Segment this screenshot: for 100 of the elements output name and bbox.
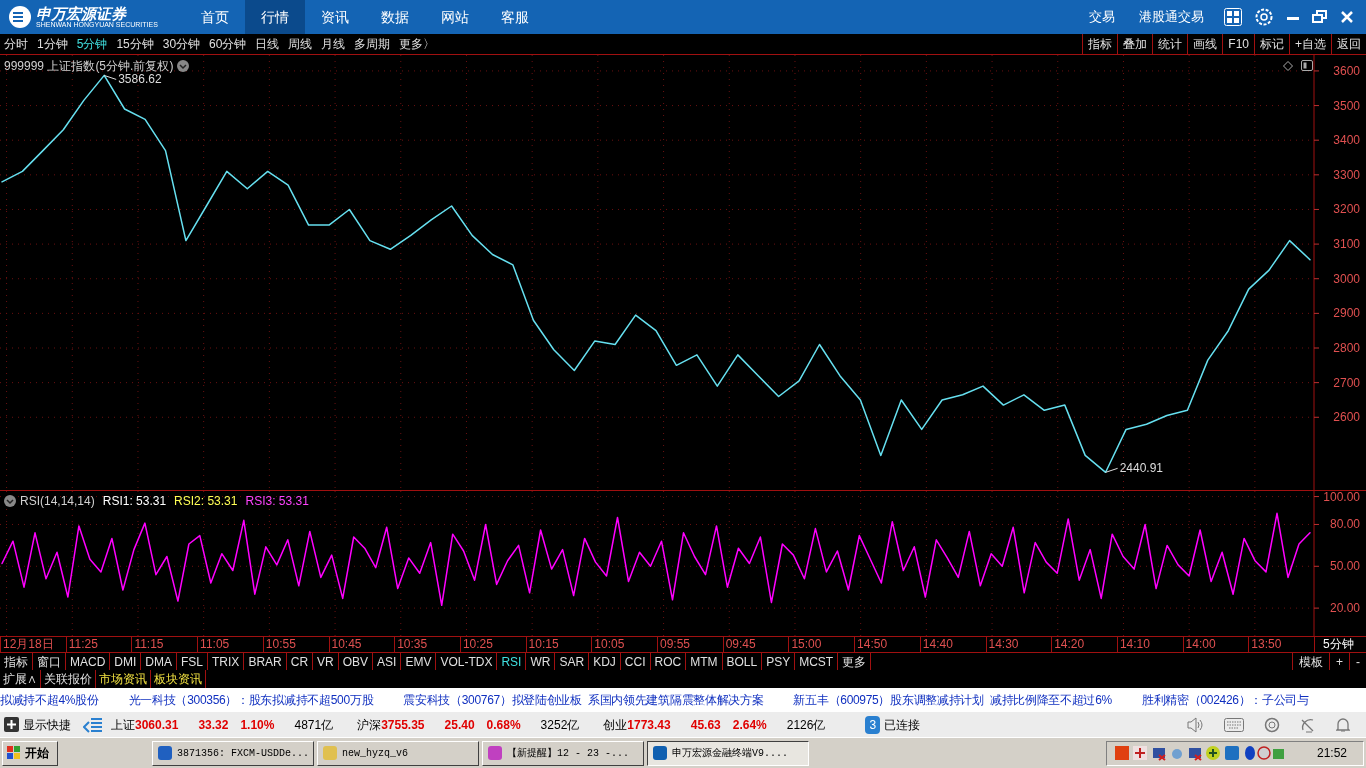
- indicator-tab[interactable]: 窗口: [33, 653, 66, 670]
- indicator-tab[interactable]: MTM: [686, 653, 723, 670]
- list-arrow-icon[interactable]: [83, 716, 103, 733]
- close-icon[interactable]: [1340, 10, 1354, 24]
- dropdown-icon[interactable]: [4, 495, 16, 507]
- indicator-tab[interactable]: PSY: [762, 653, 796, 670]
- indicator-tab[interactable]: KDJ: [589, 653, 621, 670]
- axis-label: 3200: [1333, 202, 1360, 217]
- period-tab[interactable]: 30分钟: [162, 35, 201, 53]
- time-label: 14:10: [1116, 637, 1150, 652]
- toolbar-button[interactable]: 统计: [1152, 34, 1188, 54]
- nav-tab[interactable]: 行情: [245, 0, 305, 34]
- time-label: 14:50: [854, 637, 888, 652]
- toolbar-button[interactable]: 返回: [1331, 34, 1366, 54]
- period-tab[interactable]: 更多〉: [399, 35, 436, 53]
- speaker-icon[interactable]: [1186, 716, 1204, 733]
- indicator-tab[interactable]: VOL-TDX: [436, 653, 498, 670]
- top-link[interactable]: 港股通交易: [1139, 7, 1204, 27]
- toolbar-button[interactable]: 指标: [1082, 34, 1118, 54]
- time-label: 10:55: [262, 637, 296, 652]
- index-value: 3755.35: [381, 716, 425, 734]
- news-item[interactable]: 拟减持不超4%股份: [0, 691, 99, 709]
- period-tab[interactable]: 5分钟: [76, 35, 108, 53]
- index-percent: 1.10%: [240, 716, 275, 734]
- indicator-tab[interactable]: BOLL: [722, 653, 763, 670]
- indicator-tab[interactable]: TRIX: [208, 653, 245, 670]
- news-item[interactable]: 震安科技（300767）拟登陆创业板 系国内领先建筑隔震整体解决方案: [403, 691, 764, 709]
- taskbar-button[interactable]: 【新提醒】12 - 23 -...: [482, 740, 644, 766]
- shortcut-label[interactable]: 显示快捷: [23, 715, 71, 734]
- template-button[interactable]: +: [1329, 653, 1349, 670]
- indicator-tab[interactable]: WR: [526, 653, 556, 670]
- price-annotation: 3586.62: [118, 72, 162, 87]
- settings-icon[interactable]: [1254, 7, 1274, 27]
- indicator-tab[interactable]: ROC: [650, 653, 687, 670]
- toolbar-button[interactable]: 画线: [1187, 34, 1223, 54]
- indicator-reading: RSI1: 53.31: [102, 493, 167, 510]
- tray-icons-drawing[interactable]: [1114, 745, 1285, 761]
- tick-mark: [1313, 278, 1320, 280]
- indicator-tab[interactable]: VR: [313, 653, 339, 670]
- period-tab[interactable]: 15分钟: [116, 35, 154, 53]
- period-tab[interactable]: 多周期: [354, 35, 391, 53]
- period-tab[interactable]: 60分钟: [209, 35, 247, 53]
- template-button[interactable]: 模板: [1292, 653, 1329, 670]
- time-label: 10:15: [525, 637, 559, 652]
- turnover-amount: 4871亿: [294, 716, 334, 734]
- template-button[interactable]: -: [1349, 653, 1366, 670]
- news-item[interactable]: 光一科技（300356）：股东拟减持不超500万股: [128, 691, 374, 709]
- keyboard-icon[interactable]: [1224, 717, 1244, 732]
- indicator-tab[interactable]: FSL: [177, 653, 209, 670]
- indicator-tab[interactable]: EMV: [401, 653, 437, 670]
- app-icon: [157, 745, 173, 761]
- logo-text: 申万宏源证券: [36, 6, 128, 21]
- toolbar-button[interactable]: F10: [1222, 34, 1254, 54]
- period-tab[interactable]: 周线: [288, 35, 313, 53]
- indicator-tab[interactable]: OBV: [338, 653, 374, 670]
- toolbar-button[interactable]: 标记: [1254, 34, 1289, 54]
- indicator-tab[interactable]: RSI: [497, 653, 527, 670]
- diamond-icon[interactable]: [1283, 60, 1293, 71]
- period-tab[interactable]: 1分钟: [37, 35, 68, 53]
- tick-mark: [1313, 347, 1320, 349]
- period-label: 5分钟: [1314, 637, 1366, 652]
- time-label: 09:55: [657, 637, 691, 652]
- time-label: 14:00: [1182, 637, 1216, 652]
- satellite-icon[interactable]: [1300, 716, 1316, 733]
- bell-icon[interactable]: [1336, 716, 1350, 733]
- toolbar-button[interactable]: +自选: [1289, 34, 1331, 54]
- period-tab[interactable]: 月线: [321, 35, 346, 53]
- time-label: 11:05: [197, 637, 230, 652]
- taskbar-button[interactable]: new_hyzq_v6: [317, 740, 479, 766]
- indicator-tab[interactable]: MACD: [66, 653, 111, 670]
- indicator-tab[interactable]: CCI: [620, 653, 651, 670]
- period-tab[interactable]: 分时: [4, 35, 28, 53]
- axis-label: 3500: [1333, 98, 1360, 113]
- news-item[interactable]: 胜利精密（002426）：子公司与: [1141, 691, 1309, 709]
- indicator-tab[interactable]: 更多: [838, 653, 872, 670]
- time-label: 12月18日: [0, 637, 54, 652]
- start-button[interactable]: 开始: [2, 740, 58, 766]
- axis-label: 3600: [1333, 63, 1360, 78]
- news-item[interactable]: 新五丰（600975）股东调整减持计划 减持比例降至不超过6%: [793, 691, 1112, 709]
- taskbar-button[interactable]: 申万宏源金融终端V9....: [647, 740, 809, 766]
- indicator-title: RSI(14,14,14): [20, 493, 95, 510]
- top-link[interactable]: 交易: [1089, 7, 1115, 27]
- restore-icon[interactable]: [1312, 10, 1328, 24]
- taskbar-button[interactable]: 3871356: FXCM-USDDe...: [152, 740, 314, 766]
- indicator-tab[interactable]: 指标: [0, 653, 33, 670]
- indicator-tab[interactable]: SAR: [555, 653, 590, 670]
- indicator-tab[interactable]: BRAR: [244, 653, 287, 670]
- time-label: 10:35: [394, 637, 428, 652]
- period-tab[interactable]: 日线: [255, 35, 280, 53]
- indicator-tab[interactable]: MCST: [795, 653, 839, 670]
- panel-icon[interactable]: [1301, 60, 1313, 71]
- dropdown-icon[interactable]: [177, 60, 190, 72]
- indicator-tab[interactable]: DMA: [141, 653, 177, 670]
- app-icon: [322, 745, 338, 761]
- grid-icon[interactable]: [1224, 8, 1242, 26]
- plus-icon[interactable]: [4, 717, 19, 732]
- indicator-tab[interactable]: DMI: [110, 653, 142, 670]
- toolbar-button[interactable]: 叠加: [1117, 34, 1153, 54]
- indicator-tab[interactable]: ASI: [373, 653, 402, 670]
- indicator-tab[interactable]: CR: [286, 653, 314, 670]
